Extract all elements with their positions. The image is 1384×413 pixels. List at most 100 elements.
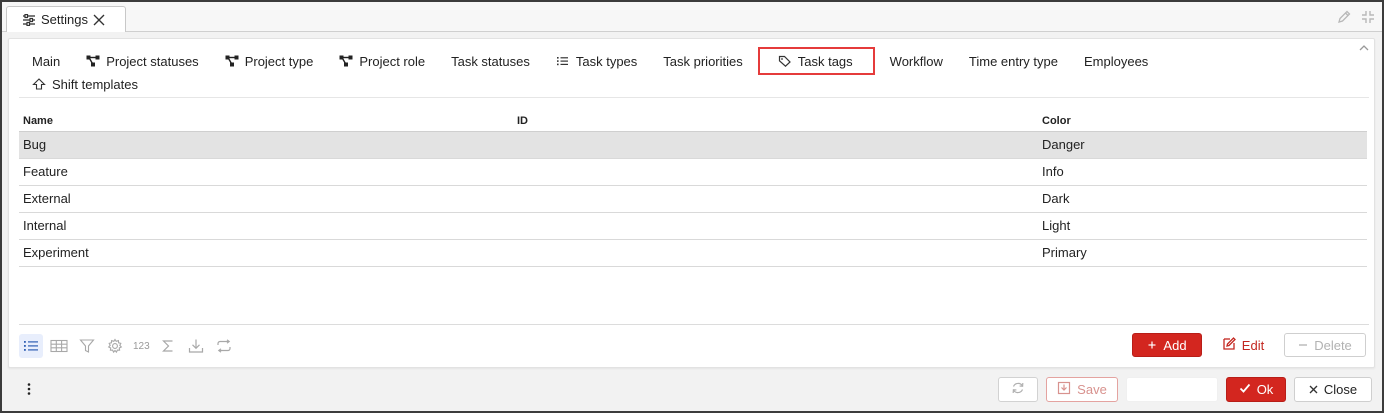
edit-label: Edit: [1241, 337, 1265, 353]
settings-panel: Main Project statuses Project type Proje…: [8, 38, 1375, 368]
network-icon: [339, 55, 353, 67]
settings-tabs: Main Project statuses Project type Proje…: [19, 47, 1359, 95]
close-icon[interactable]: [92, 13, 106, 27]
tab-label: Shift templates: [52, 76, 138, 92]
sum-icon[interactable]: [156, 334, 180, 358]
table-row[interactable]: Experiment Primary: [19, 239, 1367, 267]
dialog-actions: Save Ok Close: [998, 377, 1372, 402]
number-format-label[interactable]: 123: [131, 334, 152, 358]
table-row[interactable]: Bug Danger: [19, 131, 1367, 159]
sliders-icon: [22, 13, 36, 26]
ok-label: Ok: [1256, 382, 1274, 397]
tab-row-1: Main Project statuses Project type Proje…: [19, 47, 1359, 75]
download-icon[interactable]: [184, 334, 208, 358]
list-icon: [556, 55, 570, 67]
pencil-icon[interactable]: [1336, 9, 1352, 25]
window-tab-settings[interactable]: Settings: [6, 6, 126, 32]
filter-icon[interactable]: [75, 334, 99, 358]
arrow-up-icon: [32, 78, 46, 90]
tab-row-2: Shift templates: [19, 73, 1359, 95]
tabs-divider: [19, 97, 1369, 98]
window-tab-label: Settings: [41, 12, 88, 27]
tab-task-statuses[interactable]: Task statuses: [438, 50, 543, 72]
ok-button[interactable]: Ok: [1226, 377, 1286, 402]
close-button[interactable]: Close: [1294, 377, 1372, 402]
check-icon: [1239, 382, 1251, 397]
chevron-up-icon[interactable]: [1358, 42, 1370, 54]
tab-label: Project type: [244, 53, 314, 69]
edit-button[interactable]: Edit: [1210, 333, 1276, 357]
network-icon: [225, 55, 239, 67]
tab-label: Project statuses: [106, 53, 199, 69]
task-tags-table: Name ID Color Bug Danger Feature Info Ex: [19, 111, 1367, 267]
table-row[interactable]: External Dark: [19, 185, 1367, 213]
blank-button[interactable]: [1126, 377, 1218, 402]
network-icon: [86, 55, 100, 67]
add-button[interactable]: Add: [1132, 333, 1202, 357]
add-label: Add: [1163, 337, 1187, 353]
tag-icon: [778, 55, 792, 67]
cell-color: Danger: [1038, 131, 1367, 159]
close-label: Close: [1323, 382, 1358, 397]
cell-id: [513, 212, 1038, 240]
settings-window: Settings Main Project statuses Project t…: [0, 0, 1384, 413]
delete-button[interactable]: Delete: [1284, 333, 1366, 357]
tab-label: Workflow: [889, 53, 943, 69]
table-header-row: Name ID Color: [19, 111, 1367, 132]
cell-id: [513, 158, 1038, 186]
table-row[interactable]: Internal Light: [19, 212, 1367, 240]
tab-task-tags[interactable]: Task tags: [757, 47, 875, 75]
tab-task-types[interactable]: Task types: [543, 50, 650, 72]
gear-icon[interactable]: [103, 334, 127, 358]
minus-icon: [1298, 338, 1308, 353]
table-row[interactable]: Feature Info: [19, 158, 1367, 186]
title-tools: [1336, 9, 1376, 25]
column-header-id[interactable]: ID: [513, 111, 1038, 132]
cell-color: Light: [1038, 212, 1367, 240]
more-options-icon[interactable]: [26, 382, 32, 396]
cell-name: Internal: [19, 212, 513, 240]
tab-label: Time entry type: [968, 53, 1058, 69]
cell-color: Dark: [1038, 185, 1367, 213]
tab-time-entry-type[interactable]: Time entry type: [956, 50, 1071, 72]
tab-label: Employees: [1084, 53, 1149, 69]
tab-shift-templates[interactable]: Shift templates: [19, 73, 151, 95]
column-header-color[interactable]: Color: [1038, 111, 1367, 132]
tab-label: Task tags: [797, 53, 853, 69]
tab-employees[interactable]: Employees: [1071, 50, 1161, 72]
cell-name: Feature: [19, 158, 513, 186]
grid-toolbar: 123: [19, 334, 236, 358]
tab-label: Task types: [575, 53, 638, 69]
tab-project-statuses[interactable]: Project statuses: [73, 50, 212, 72]
collapse-icon[interactable]: [1360, 9, 1376, 25]
tab-task-priorities[interactable]: Task priorities: [650, 50, 755, 72]
cell-name: Bug: [19, 131, 513, 159]
reload-icon: [1011, 381, 1025, 398]
tab-label: Task statuses: [451, 53, 530, 69]
plus-icon: [1147, 338, 1157, 353]
refresh-icon[interactable]: [212, 334, 236, 358]
cell-name: Experiment: [19, 239, 513, 267]
cell-name: External: [19, 185, 513, 213]
save-button[interactable]: Save: [1046, 377, 1118, 402]
edit-icon: [1222, 336, 1236, 354]
save-label: Save: [1077, 382, 1107, 397]
list-view-icon[interactable]: [19, 334, 43, 358]
cell-color: Info: [1038, 158, 1367, 186]
tab-workflow[interactable]: Workflow: [877, 50, 956, 72]
cell-id: [513, 131, 1038, 159]
grid-actions: Add Edit Delete: [1132, 333, 1366, 357]
tab-main[interactable]: Main: [19, 50, 73, 72]
title-bar: Settings: [2, 2, 1382, 32]
cell-id: [513, 239, 1038, 267]
tab-project-type[interactable]: Project type: [212, 50, 327, 72]
grid-view-icon[interactable]: [47, 334, 71, 358]
reload-button[interactable]: [998, 377, 1038, 402]
toolbar-divider: [19, 324, 1369, 325]
delete-label: Delete: [1314, 337, 1352, 353]
tab-label: Main: [32, 53, 61, 69]
cell-color: Primary: [1038, 239, 1367, 267]
save-icon: [1057, 381, 1071, 398]
tab-project-role[interactable]: Project role: [326, 50, 438, 72]
column-header-name[interactable]: Name: [19, 111, 513, 132]
